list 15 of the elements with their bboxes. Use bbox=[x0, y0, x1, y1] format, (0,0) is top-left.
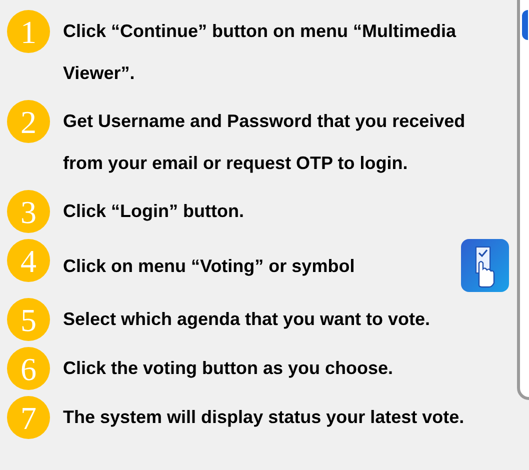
step-number-badge: 1 bbox=[7, 10, 50, 53]
step-number-badge: 2 bbox=[7, 100, 50, 143]
step-text: Click on menu “Voting” or symbol bbox=[63, 254, 355, 278]
step-text: Select which agenda that you want to vote. bbox=[63, 308, 430, 331]
step-text: Click “Login” button. bbox=[63, 200, 244, 223]
step-number-badge: 6 bbox=[7, 347, 50, 390]
step-number-badge: 7 bbox=[7, 396, 50, 439]
voting-hand-icon bbox=[461, 239, 509, 292]
step-text: Get Username and Password that you received from your email or request OTP to login. bbox=[63, 110, 466, 175]
step-number-badge: 3 bbox=[7, 190, 50, 233]
step-number-badge: 4 bbox=[7, 239, 50, 282]
step-text: The system will display status your latest vote. bbox=[63, 406, 464, 429]
step-number-badge: 5 bbox=[7, 298, 50, 341]
step-text: Click “Continue” button on menu “Multimedia Viewer”. bbox=[63, 20, 458, 85]
step-text: Click the voting button as you choose. bbox=[63, 357, 394, 380]
